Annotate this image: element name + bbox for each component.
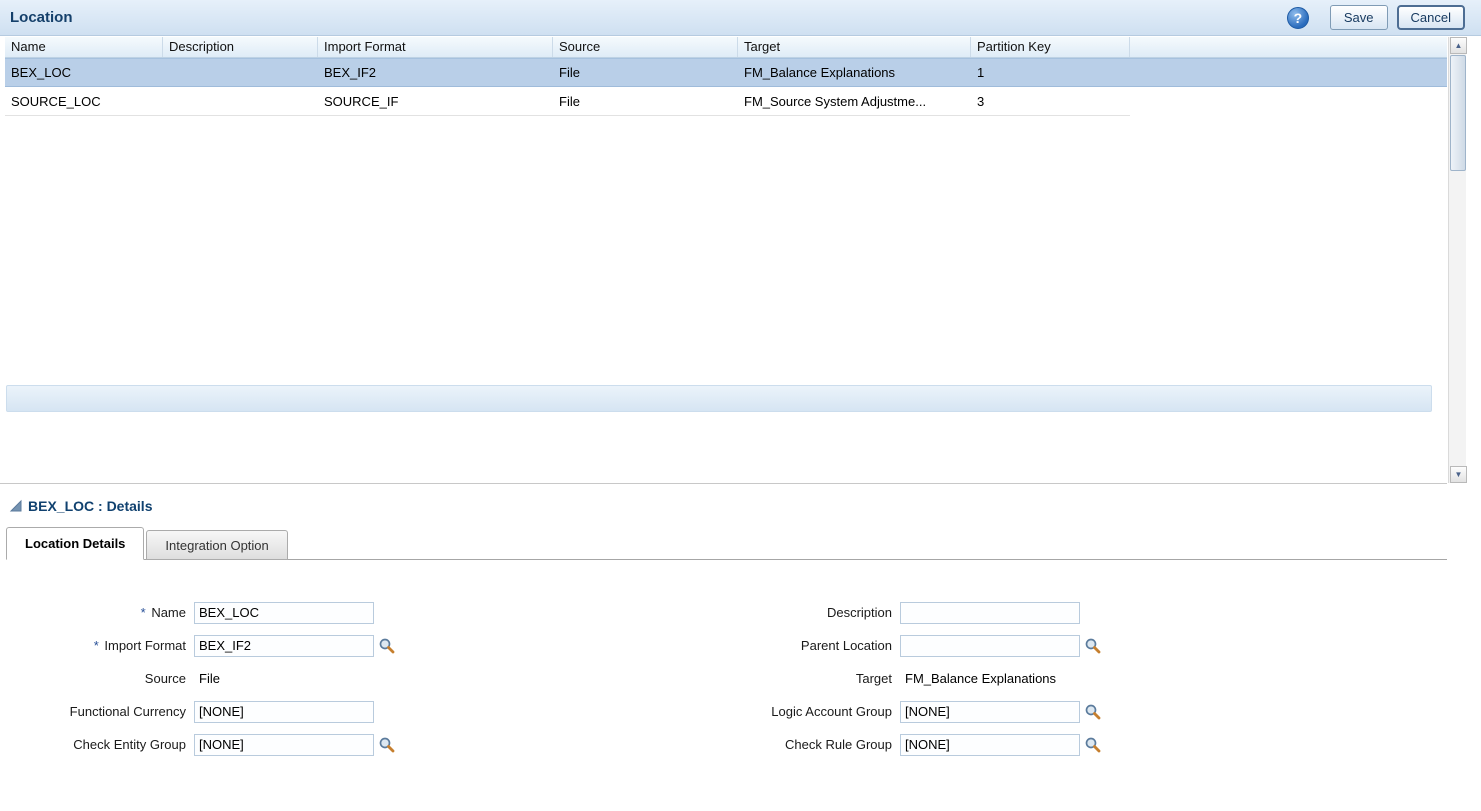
column-header-description[interactable]: Description [163,37,318,57]
cell-target: FM_Balance Explanations [738,59,971,86]
check-entity-group-input[interactable] [194,734,374,756]
form-row-description: Description [742,600,1442,625]
scroll-down-button[interactable]: ▼ [1450,466,1467,483]
check-entity-group-search-icon[interactable] [378,736,395,753]
form-row-source: Source File [0,666,742,691]
cell-target: FM_Source System Adjustme... [738,87,971,116]
source-value: File [199,671,220,686]
column-header-filler [1130,37,1447,57]
cell-import_format: SOURCE_IF [318,87,553,116]
form-row-check-rule-group: Check Rule Group [742,732,1442,757]
cell-filler [1130,59,1447,86]
form-row-logic-account-group: Logic Account Group [742,699,1442,724]
parent-location-search-icon[interactable] [1084,637,1101,654]
column-header-source[interactable]: Source [553,37,738,57]
scroll-up-icon: ▲ [1455,41,1463,50]
cell-source: File [553,87,738,116]
required-indicator: * [141,605,150,620]
parent-location-label: Parent Location [742,638,892,653]
check-rule-group-search-icon[interactable] [1084,736,1101,753]
form-row-target: Target FM_Balance Explanations [742,666,1442,691]
form-row-check-entity-group: Check Entity Group [0,732,742,757]
table-header-row: NameDescriptionImport FormatSourceTarget… [5,37,1447,58]
column-header-import-format[interactable]: Import Format [318,37,553,57]
header-actions: ? Save Cancel [1287,5,1471,30]
cell-import_format: BEX_IF2 [318,59,553,86]
check-rule-group-label: Check Rule Group [742,737,892,752]
form-row-import-format: * Import Format [0,633,742,658]
form-column-right: Description Parent Location Target FM_Balan… [742,600,1442,757]
parent-location-input[interactable] [900,635,1080,657]
import-format-search-icon[interactable] [378,637,395,654]
disclosure-triangle-icon[interactable] [8,499,22,513]
details-title: BEX_LOC : Details [28,498,152,514]
scroll-down-icon: ▼ [1455,470,1463,479]
location-table: NameDescriptionImport FormatSourceTarget… [5,37,1447,116]
cancel-button[interactable]: Cancel [1397,5,1465,30]
details-header: BEX_LOC : Details [0,484,1447,514]
form-row-functional-currency: Functional Currency [0,699,742,724]
tab-location-details[interactable]: Location Details [6,527,144,560]
logic-account-group-search-icon[interactable] [1084,703,1101,720]
column-header-partition-key[interactable]: Partition Key [971,37,1130,57]
import-format-input[interactable] [194,635,374,657]
details-panel: BEX_LOC : Details Location DetailsIntegr… [0,483,1447,811]
cell-description [163,59,318,86]
vertical-scrollbar[interactable]: ▲ ▼ [1448,37,1466,483]
import-format-label: * Import Format [0,638,186,653]
form-column-left: * Name * Import Format Source File Functiona… [0,600,742,757]
details-form: * Name * Import Format Source File Functiona… [0,560,1447,757]
cell-source: File [553,59,738,86]
help-icon[interactable]: ? [1287,7,1309,29]
save-button[interactable]: Save [1330,5,1388,30]
cell-partition_key: 3 [971,87,1130,116]
header-bar: Location ? Save Cancel [0,0,1481,36]
cell-description [163,87,318,116]
scroll-up-button[interactable]: ▲ [1450,37,1467,54]
description-input[interactable] [900,602,1080,624]
logic-account-group-label: Logic Account Group [742,704,892,719]
required-indicator: * [94,638,103,653]
name-label: * Name [0,605,186,620]
cell-partition_key: 1 [971,59,1130,86]
table-row-bex-loc[interactable]: BEX_LOC BEX_IF2FileFM_Balance Explanation… [5,58,1447,87]
target-value: FM_Balance Explanations [905,671,1056,686]
tab-integration-option[interactable]: Integration Option [146,530,287,560]
cell-name: SOURCE_LOC [5,87,163,116]
functional-currency-label: Functional Currency [0,704,186,719]
table-footer-bar [6,385,1432,412]
name-input[interactable] [194,602,374,624]
check-rule-group-input[interactable] [900,734,1080,756]
description-label: Description [742,605,892,620]
functional-currency-input[interactable] [194,701,374,723]
column-header-target[interactable]: Target [738,37,971,57]
scrollbar-thumb[interactable] [1450,55,1466,171]
cell-filler [1130,87,1447,116]
form-row-parent-location: Parent Location [742,633,1442,658]
table-row-source-loc[interactable]: SOURCE_LOC SOURCE_IFFileFM_Source System … [5,87,1447,116]
target-label: Target [742,671,892,686]
check-entity-group-label: Check Entity Group [0,737,186,752]
location-table-body: BEX_LOC BEX_IF2FileFM_Balance Explanation… [5,58,1447,116]
source-label: Source [0,671,186,686]
form-row-name: * Name [0,600,742,625]
column-header-name[interactable]: Name [5,37,163,57]
page-title: Location [10,9,73,26]
tab-bar: Location DetailsIntegration Option [6,526,1447,560]
cell-name: BEX_LOC [5,59,163,86]
logic-account-group-input[interactable] [900,701,1080,723]
